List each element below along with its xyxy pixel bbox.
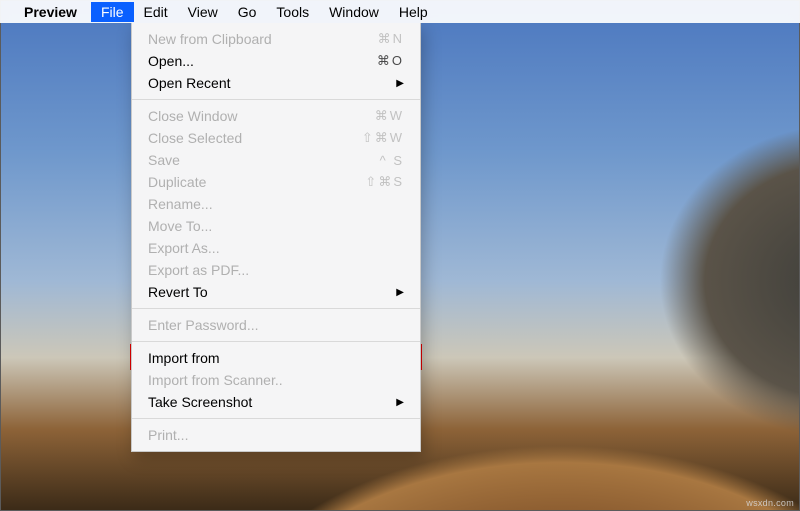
chevron-right-icon: ▶ (396, 397, 404, 408)
menu-item-label: Import from (148, 350, 404, 366)
menu-item-label: Move To... (148, 218, 404, 234)
menu-item-label: Enter Password... (148, 317, 404, 333)
menu-item-shortcut: ⇧⌘S (365, 174, 404, 190)
menu-item-print: Print... (132, 424, 420, 446)
menu-item-new-from-clipboard: New from Clipboard⌘N (132, 28, 420, 50)
menu-separator (132, 341, 420, 342)
chevron-right-icon: ▶ (396, 287, 404, 298)
menu-item-shortcut: ⌘O (377, 53, 404, 69)
menu-separator (132, 418, 420, 419)
menu-item-shortcut: ⌘W (375, 108, 404, 124)
menu-item-label: New from Clipboard (148, 31, 378, 47)
menu-item-shortcut: ⌘N (378, 31, 404, 47)
menu-item-label: Take Screenshot (148, 394, 396, 410)
menu-item-import-from[interactable]: Import from (132, 347, 420, 369)
menu-item-move-to: Move To... (132, 215, 420, 237)
menu-item-enter-password: Enter Password... (132, 314, 420, 336)
menu-item-rename: Rename... (132, 193, 420, 215)
menu-edit[interactable]: Edit (134, 2, 178, 22)
menu-item-take-screenshot[interactable]: Take Screenshot▶ (132, 391, 420, 413)
menu-item-open[interactable]: Open...⌘O (132, 50, 420, 72)
menu-separator (132, 308, 420, 309)
menu-item-open-recent[interactable]: Open Recent▶ (132, 72, 420, 94)
menu-item-label: Export As... (148, 240, 404, 256)
menu-file[interactable]: File (91, 2, 134, 22)
menu-item-label: Export as PDF... (148, 262, 404, 278)
watermark-text: wsxdn.com (746, 498, 794, 508)
menu-item-label: Rename... (148, 196, 404, 212)
menu-item-revert-to[interactable]: Revert To▶ (132, 281, 420, 303)
menu-item-close-selected: Close Selected⇧⌘W (132, 127, 420, 149)
menu-item-label: Print... (148, 427, 404, 443)
app-name[interactable]: Preview (24, 4, 77, 20)
menu-item-export-as-pdf: Export as PDF... (132, 259, 420, 281)
menu-item-shortcut: ⇧⌘W (362, 130, 404, 146)
menubar: Preview FileEditViewGoToolsWindowHelp (0, 0, 800, 23)
file-menu-dropdown: New from Clipboard⌘NOpen...⌘OOpen Recent… (131, 23, 421, 452)
menu-item-close-window: Close Window⌘W (132, 105, 420, 127)
menu-view[interactable]: View (178, 2, 228, 22)
menu-item-label: Open Recent (148, 75, 396, 91)
menu-item-duplicate: Duplicate⇧⌘S (132, 171, 420, 193)
menu-item-shortcut: ^ S (380, 153, 404, 168)
menu-item-export-as: Export As... (132, 237, 420, 259)
menu-item-save: Save^ S (132, 149, 420, 171)
menu-item-label: Save (148, 152, 380, 168)
menu-item-label: Revert To (148, 284, 396, 300)
menu-item-label: Import from Scanner.. (148, 372, 404, 388)
menu-item-label: Close Window (148, 108, 375, 124)
menu-item-label: Close Selected (148, 130, 362, 146)
menu-window[interactable]: Window (319, 2, 389, 22)
menu-item-label: Open... (148, 53, 377, 69)
menu-go[interactable]: Go (228, 2, 267, 22)
menu-tools[interactable]: Tools (266, 2, 319, 22)
chevron-right-icon: ▶ (396, 78, 404, 89)
menu-separator (132, 99, 420, 100)
menu-help[interactable]: Help (389, 2, 438, 22)
menu-item-label: Duplicate (148, 174, 365, 190)
menu-item-import-from-scanner: Import from Scanner.. (132, 369, 420, 391)
